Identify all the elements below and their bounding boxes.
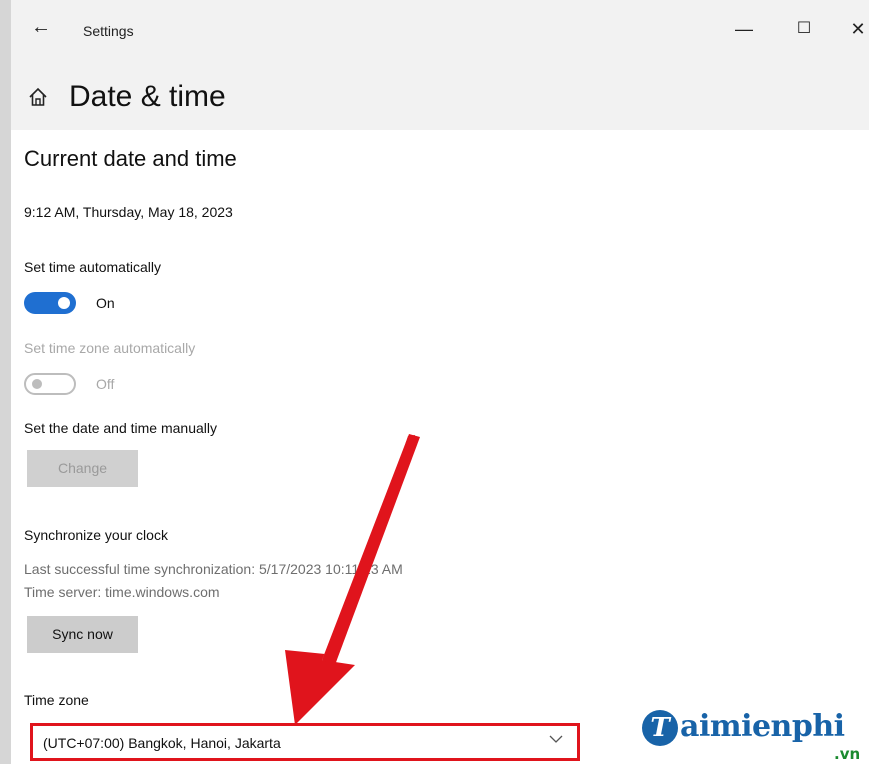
time-zone-dropdown[interactable]: (UTC+07:00) Bangkok, Hanoi, Jakarta <box>30 723 580 761</box>
toggle-knob <box>58 297 70 309</box>
sync-now-button[interactable]: Sync now <box>27 616 138 653</box>
manual-set-label: Set the date and time manually <box>24 420 218 436</box>
change-button[interactable]: Change <box>27 450 138 487</box>
home-icon <box>29 87 47 106</box>
sync-clock-label: Synchronize your clock <box>24 527 168 543</box>
chevron-down-icon <box>549 735 563 743</box>
logo-text: aimienphi <box>680 709 845 744</box>
section-title: Current date and time <box>24 146 237 171</box>
back-arrow-icon[interactable]: ← <box>31 16 51 39</box>
toggle-knob <box>32 379 42 389</box>
logo-suffix: .vn <box>834 745 861 763</box>
logo-mark: T <box>642 710 678 746</box>
app-title: Settings <box>83 23 134 39</box>
page-title: Date & time <box>69 80 226 113</box>
set-timezone-auto-state: Off <box>96 376 115 392</box>
settings-window: ← Settings — ☐ ✕ Date & time Current dat… <box>0 0 869 764</box>
current-datetime: 9:12 AM, Thursday, May 18, 2023 <box>24 204 233 220</box>
watermark-logo: T aimienphi .vn <box>636 705 869 764</box>
set-timezone-auto-label: Set time zone automatically <box>24 340 196 356</box>
close-button[interactable]: ✕ <box>843 14 869 44</box>
set-timezone-auto-toggle[interactable] <box>24 373 76 395</box>
maximize-button[interactable]: ☐ <box>789 14 819 44</box>
minimize-button[interactable]: — <box>729 14 759 44</box>
set-time-auto-state: On <box>96 295 115 311</box>
last-sync-text: Last successful time synchronization: 5/… <box>24 561 403 577</box>
logo-mark-letter: T <box>650 713 670 743</box>
time-zone-value: (UTC+07:00) Bangkok, Hanoi, Jakarta <box>43 735 281 751</box>
time-server-text: Time server: time.windows.com <box>24 584 220 600</box>
title-bar: ← Settings — ☐ ✕ <box>11 0 869 62</box>
window-left-edge <box>0 0 11 764</box>
time-zone-label: Time zone <box>24 692 89 708</box>
set-time-auto-label: Set time automatically <box>24 259 161 275</box>
set-time-auto-toggle[interactable] <box>24 292 76 314</box>
